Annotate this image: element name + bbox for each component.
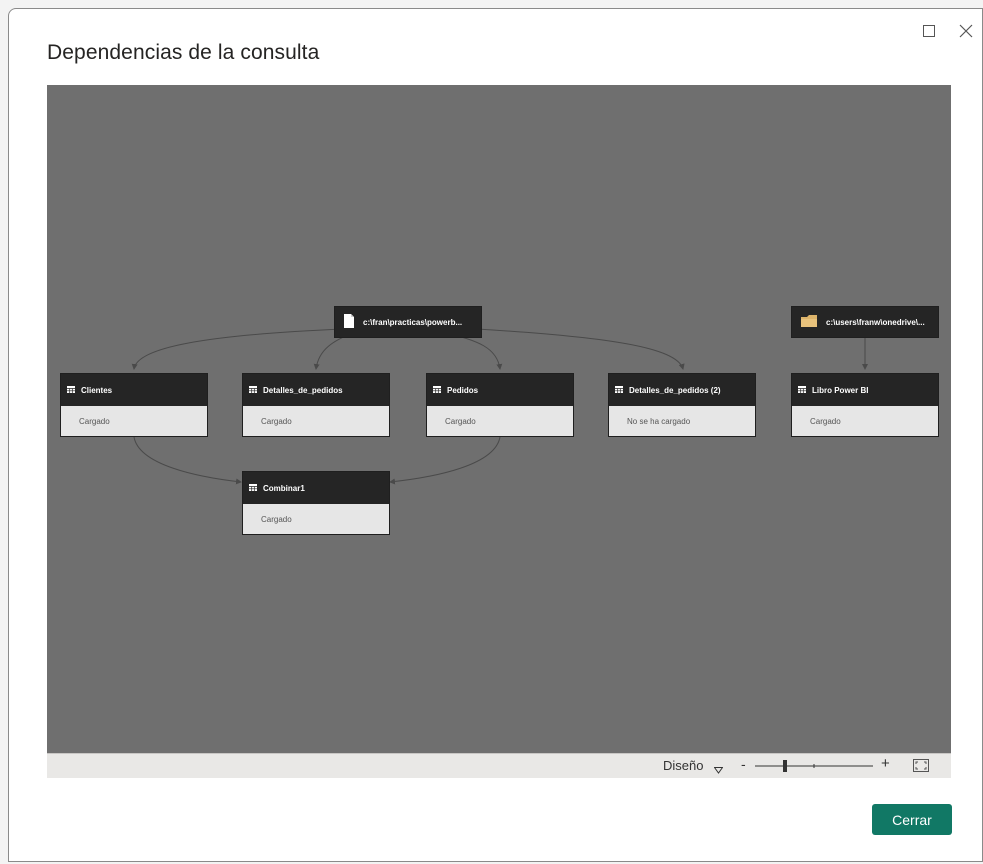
table-icon bbox=[798, 385, 806, 395]
query-node-clientes[interactable]: Clientes Cargado bbox=[60, 373, 208, 437]
query-name: Combinar1 bbox=[263, 483, 305, 493]
chevron-down-icon[interactable] bbox=[713, 761, 724, 779]
edge-source1-clientes bbox=[131, 328, 343, 370]
query-status: Cargado bbox=[79, 417, 110, 426]
maximize-icon bbox=[923, 25, 935, 37]
dialog-title: Dependencias de la consulta bbox=[47, 41, 320, 64]
query-node-pedidos[interactable]: Pedidos Cargado bbox=[426, 373, 574, 437]
table-icon bbox=[249, 483, 257, 493]
query-status: Cargado bbox=[810, 417, 841, 426]
table-icon bbox=[249, 385, 257, 395]
table-icon bbox=[433, 385, 441, 395]
source-folder-node[interactable]: c:\users\franw\onedrive\... bbox=[791, 306, 939, 338]
close-button[interactable]: Cerrar bbox=[872, 804, 952, 835]
query-node-detalles-de-pedidos[interactable]: Detalles_de_pedidos Cargado bbox=[242, 373, 390, 437]
edge-source1-detalles2 bbox=[476, 328, 685, 370]
query-name: Detalles_de_pedidos bbox=[263, 385, 343, 395]
query-status: No se ha cargado bbox=[627, 417, 691, 426]
edge-pedidos-combinar bbox=[389, 436, 501, 485]
table-icon bbox=[67, 385, 75, 395]
fit-screen-icon bbox=[913, 759, 929, 772]
zoom-slider-thumb bbox=[783, 760, 787, 772]
query-name: Detalles_de_pedidos (2) bbox=[629, 385, 721, 395]
query-node-libro-power-bi[interactable]: Libro Power BI Cargado bbox=[791, 373, 939, 437]
dependency-canvas[interactable]: c:\fran\practicas\powerb... c:\users\fra… bbox=[47, 85, 951, 753]
query-dependencies-dialog: Dependencias de la consulta c:\fran\prac… bbox=[8, 8, 983, 862]
query-status: Cargado bbox=[445, 417, 476, 426]
query-name: Clientes bbox=[81, 385, 113, 395]
fit-to-screen-button[interactable] bbox=[913, 759, 929, 777]
canvas-toolbar: Diseño - + bbox=[47, 753, 951, 778]
file-icon bbox=[343, 313, 355, 331]
source-file-node[interactable]: c:\fran\practicas\powerb... bbox=[334, 306, 482, 338]
zoom-slider[interactable] bbox=[755, 759, 873, 778]
query-name: Libro Power BI bbox=[812, 385, 869, 395]
zoom-in-button[interactable]: + bbox=[881, 755, 890, 772]
maximize-button[interactable] bbox=[915, 17, 943, 45]
folder-icon bbox=[800, 314, 818, 330]
edge-clientes-combinar bbox=[133, 436, 242, 485]
query-node-combinar1[interactable]: Combinar1 Cargado bbox=[242, 471, 390, 535]
query-name: Pedidos bbox=[447, 385, 479, 395]
source-file-path: c:\fran\practicas\powerb... bbox=[363, 317, 463, 327]
edge-source1-pedidos bbox=[446, 332, 503, 370]
close-icon bbox=[959, 24, 973, 38]
table-icon bbox=[615, 385, 623, 395]
zoom-out-button[interactable]: - bbox=[741, 756, 746, 772]
edge-source1-detalles bbox=[313, 332, 353, 370]
query-status: Cargado bbox=[261, 417, 292, 426]
layout-dropdown-label[interactable]: Diseño bbox=[663, 758, 703, 773]
query-status: Cargado bbox=[261, 515, 292, 524]
source-folder-path: c:\users\franw\onedrive\... bbox=[826, 317, 925, 327]
query-node-detalles-de-pedidos-2[interactable]: Detalles_de_pedidos (2) No se ha cargado bbox=[608, 373, 756, 437]
close-window-button[interactable] bbox=[952, 17, 980, 45]
